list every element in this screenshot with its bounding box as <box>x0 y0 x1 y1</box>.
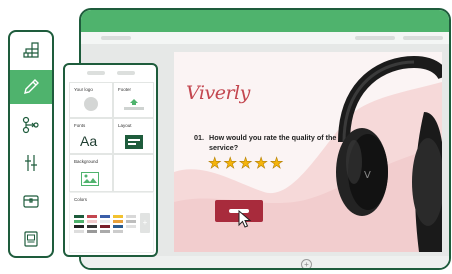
toolbar-placeholder[interactable] <box>101 36 131 40</box>
branch-icon <box>22 116 39 134</box>
background-option[interactable]: Background <box>69 154 113 192</box>
colors-option[interactable]: Colors + <box>69 192 154 253</box>
your-logo-option[interactable]: Your logo <box>69 82 113 118</box>
toolbar-placeholder[interactable] <box>403 36 443 40</box>
fonts-sample: Aa <box>80 133 98 149</box>
empty-option <box>113 154 154 192</box>
brand-logo: Viverly <box>186 82 250 104</box>
color-swatch[interactable] <box>126 225 136 228</box>
fonts-option[interactable]: Fonts Aa <box>69 118 113 154</box>
tool-grid[interactable] <box>10 33 52 67</box>
tool-integrations[interactable] <box>10 184 52 218</box>
footer-option[interactable]: Footer <box>113 82 154 118</box>
your-logo-label: Your logo <box>74 87 93 92</box>
page-icon <box>24 231 38 247</box>
pencil-icon <box>24 79 39 94</box>
color-swatch[interactable] <box>74 225 84 228</box>
survey-slide[interactable]: Viverly 01. How would you rate the quali… <box>174 52 442 252</box>
tool-pages[interactable] <box>10 222 52 256</box>
star-icon[interactable]: ★ <box>208 156 222 172</box>
color-swatch[interactable] <box>113 215 123 218</box>
tool-settings[interactable] <box>10 146 52 180</box>
svg-text:V: V <box>364 170 371 181</box>
color-swatch[interactable] <box>100 220 110 223</box>
star-rating[interactable]: ★ ★ ★ ★ ★ <box>208 156 284 172</box>
question-number: 01. <box>194 133 204 142</box>
star-icon[interactable]: ★ <box>239 156 253 172</box>
layout-icon <box>125 135 143 149</box>
footer-label: Footer <box>118 87 132 92</box>
color-swatch[interactable] <box>87 215 97 218</box>
star-icon[interactable]: ★ <box>270 156 284 172</box>
star-icon[interactable]: ★ <box>223 156 237 172</box>
fonts-label: Fonts <box>74 123 86 128</box>
image-icon <box>81 172 99 186</box>
color-swatch[interactable] <box>74 220 84 223</box>
color-swatch[interactable] <box>100 225 110 228</box>
add-slide-icon[interactable]: + <box>301 259 312 268</box>
mouse-cursor-icon <box>238 210 252 228</box>
color-swatch[interactable] <box>87 220 97 223</box>
color-swatch[interactable] <box>126 220 136 223</box>
tool-logic[interactable] <box>10 108 52 142</box>
question-text: How would you rate the quality of the se… <box>209 133 337 152</box>
footer-icon <box>124 99 144 110</box>
layout-label: Layout <box>118 123 132 128</box>
toolbar-placeholder[interactable] <box>355 36 395 40</box>
left-tool-sidebar <box>8 30 54 258</box>
star-icon[interactable]: ★ <box>254 156 268 172</box>
grid-icon <box>23 42 39 58</box>
editor-top-toolbar <box>81 32 449 44</box>
add-color-button[interactable]: + <box>140 213 150 233</box>
color-swatch[interactable] <box>74 230 84 233</box>
layout-option[interactable]: Layout <box>113 118 154 154</box>
panel-header-placeholder <box>117 71 135 75</box>
color-swatch[interactable] <box>126 215 136 218</box>
color-swatch[interactable] <box>113 225 123 228</box>
logo-placeholder-icon <box>84 97 98 111</box>
color-swatch[interactable] <box>74 215 84 218</box>
color-swatch[interactable] <box>113 230 123 233</box>
color-swatch[interactable] <box>100 230 110 233</box>
canvas-bottom-bar: + <box>81 256 449 268</box>
panel-header-placeholder <box>87 71 105 75</box>
headphones-image: V <box>336 55 442 252</box>
window-titlebar <box>81 10 449 32</box>
color-swatch[interactable] <box>100 215 110 218</box>
colors-label: Colors <box>74 197 88 202</box>
chest-icon <box>23 195 39 208</box>
sliders-icon <box>25 155 37 171</box>
color-swatch[interactable] <box>113 220 123 223</box>
design-panel: Your logo Footer Fonts Aa Layout Backgro… <box>63 63 158 257</box>
color-swatch[interactable] <box>87 225 97 228</box>
color-swatch[interactable] <box>87 230 97 233</box>
background-label: Background <box>74 159 99 164</box>
tool-pencil[interactable] <box>10 70 52 104</box>
